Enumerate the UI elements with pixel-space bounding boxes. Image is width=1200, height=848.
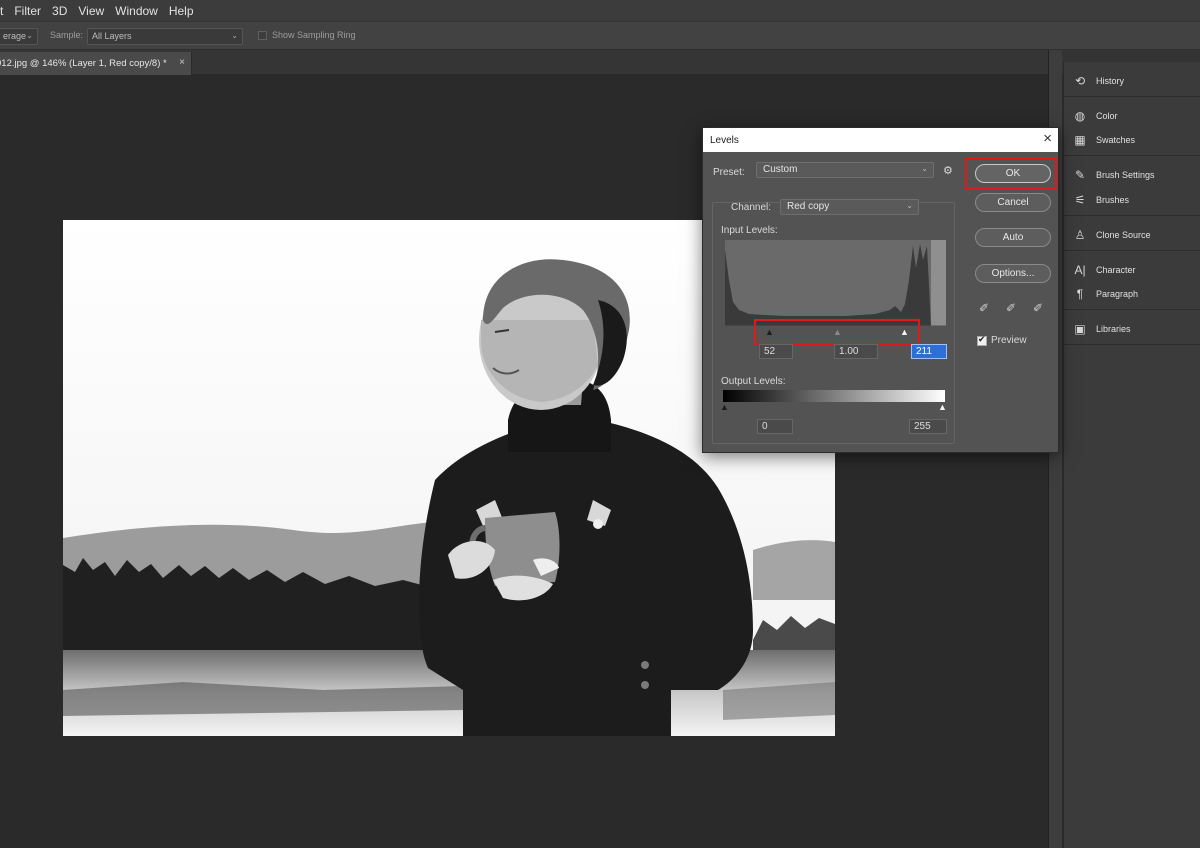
levels-dialog: Levels × Preset: Custom ⌄ ⚙ Channel: Red… — [702, 127, 1059, 453]
ok-button-highlight — [965, 157, 1057, 190]
auto-button[interactable]: Auto — [975, 228, 1051, 247]
preview-checkbox[interactable]: ✔ — [977, 334, 987, 346]
panel-color-label: Color — [1096, 111, 1118, 121]
chevron-down-icon: ⌄ — [26, 31, 33, 40]
menu-item-help[interactable]: Help — [169, 4, 201, 18]
document-tab-bar: 012.jpg @ 146% (Layer 1, Red copy/8) * × — [0, 50, 1063, 75]
sample-value: All Layers — [92, 31, 132, 41]
preset-select[interactable]: Custom ⌄ — [756, 162, 934, 178]
menu-item-3d[interactable]: 3D — [52, 4, 74, 18]
color-palette-icon: ◍ — [1074, 109, 1086, 123]
input-white-field[interactable]: 211 — [911, 344, 947, 359]
libraries-icon: ▣ — [1074, 322, 1086, 336]
panel-paragraph-label: Paragraph — [1096, 289, 1139, 299]
document-tab-title: 012.jpg @ 146% (Layer 1, Red copy/8) * — [0, 58, 167, 69]
channel-label: Channel: — [731, 202, 772, 213]
levels-titlebar[interactable]: Levels × — [703, 128, 1058, 152]
output-levels-label: Output Levels: — [721, 376, 786, 387]
character-text-icon: A| — [1074, 263, 1086, 277]
checkmark-icon: ✔ — [978, 334, 986, 344]
cancel-button[interactable]: Cancel — [975, 193, 1051, 212]
clone-stamp-icon: ♙ — [1074, 228, 1086, 242]
channel-select[interactable]: Red copy ⌄ — [780, 199, 919, 215]
histogram — [725, 240, 946, 326]
panel-brush-settings-label: Brush Settings — [1096, 170, 1155, 180]
options-button[interactable]: Options... — [975, 264, 1051, 283]
panel-libraries-label: Libraries — [1096, 324, 1131, 334]
dock-separator — [1064, 250, 1200, 251]
close-icon[interactable]: × — [1043, 131, 1052, 147]
preset-label: Preset: — [713, 167, 745, 178]
chevron-down-icon: ⌄ — [921, 164, 928, 173]
sample-size-select[interactable]: erage ⌄ — [0, 28, 38, 45]
panel-clone-source[interactable]: ♙ Clone Source — [1064, 224, 1200, 246]
input-black-field[interactable]: 52 — [759, 344, 793, 359]
levels-title: Levels — [710, 135, 739, 146]
panel-color[interactable]: ◍ Color — [1064, 105, 1200, 127]
panel-libraries[interactable]: ▣ Libraries — [1064, 318, 1200, 340]
output-white-slider[interactable]: ▲ — [938, 402, 947, 412]
panel-swatches-label: Swatches — [1096, 135, 1136, 145]
sample-select[interactable]: All Layers ⌄ — [87, 28, 243, 45]
preview-label: Preview — [991, 335, 1027, 346]
input-sliders-highlight — [754, 319, 920, 345]
channel-value: Red copy — [787, 201, 830, 212]
panel-brushes-label: Brushes — [1096, 195, 1130, 205]
input-levels-label: Input Levels: — [721, 225, 778, 236]
preset-value: Custom — [763, 164, 798, 175]
panel-swatches[interactable]: ▦ Swatches — [1064, 129, 1200, 151]
show-sampling-ring-checkbox[interactable] — [258, 31, 267, 40]
paragraph-icon: ¶ — [1076, 287, 1084, 301]
black-eyedropper-icon[interactable]: ✐ — [979, 301, 993, 315]
panel-character[interactable]: A| Character — [1064, 259, 1200, 281]
menu-item-filter[interactable]: Filter — [14, 4, 48, 18]
output-white-field[interactable]: 255 — [909, 419, 947, 434]
sample-size-value: erage — [3, 31, 27, 41]
panel-dock: ⟲ History ◍ Color ▦ Swatches ✎ Brush Set… — [1063, 62, 1200, 848]
dock-separator — [1064, 309, 1200, 310]
white-eyedropper-icon[interactable]: ✐ — [1033, 301, 1047, 315]
output-black-slider[interactable]: ▲ — [720, 402, 729, 412]
sample-label: Sample: — [50, 30, 84, 40]
menu-item-edit-partial[interactable]: t — [0, 4, 10, 18]
brushes-icon: ⚟ — [1074, 193, 1086, 207]
chevron-down-icon: ⌄ — [906, 201, 913, 210]
show-sampling-ring-label: Show Sampling Ring — [272, 30, 356, 40]
document-tab[interactable]: 012.jpg @ 146% (Layer 1, Red copy/8) * × — [0, 52, 192, 75]
options-bar: erage ⌄ Sample: All Layers ⌄ Show Sampli… — [0, 21, 1200, 50]
dock-separator — [1064, 215, 1200, 216]
history-icon: ⟲ — [1074, 74, 1086, 88]
close-icon[interactable]: × — [179, 57, 185, 68]
chevron-down-icon: ⌄ — [231, 31, 238, 40]
panel-history[interactable]: ⟲ History — [1064, 70, 1200, 92]
panel-clone-source-label: Clone Source — [1096, 230, 1151, 240]
input-midtone-field[interactable]: 1.00 — [834, 344, 878, 359]
menu-item-view[interactable]: View — [78, 4, 111, 18]
panel-brushes[interactable]: ⚟ Brushes — [1064, 189, 1200, 211]
panel-history-label: History — [1096, 76, 1125, 86]
menu-bar: t Filter 3D View Window Help — [0, 0, 1200, 21]
dock-header — [1063, 50, 1200, 62]
gear-icon[interactable]: ⚙ — [943, 164, 953, 177]
dock-separator — [1064, 155, 1200, 156]
panel-character-label: Character — [1096, 265, 1136, 275]
swatches-grid-icon: ▦ — [1074, 133, 1086, 147]
output-gradient-bar — [723, 390, 945, 402]
dock-separator — [1064, 344, 1200, 345]
dock-separator — [1064, 96, 1200, 97]
menu-item-window[interactable]: Window — [115, 4, 165, 18]
panel-paragraph[interactable]: ¶ Paragraph — [1064, 283, 1200, 305]
brush-settings-icon: ✎ — [1074, 168, 1086, 182]
output-black-field[interactable]: 0 — [757, 419, 793, 434]
panel-brush-settings[interactable]: ✎ Brush Settings — [1064, 164, 1200, 186]
gray-eyedropper-icon[interactable]: ✐ — [1006, 301, 1020, 315]
